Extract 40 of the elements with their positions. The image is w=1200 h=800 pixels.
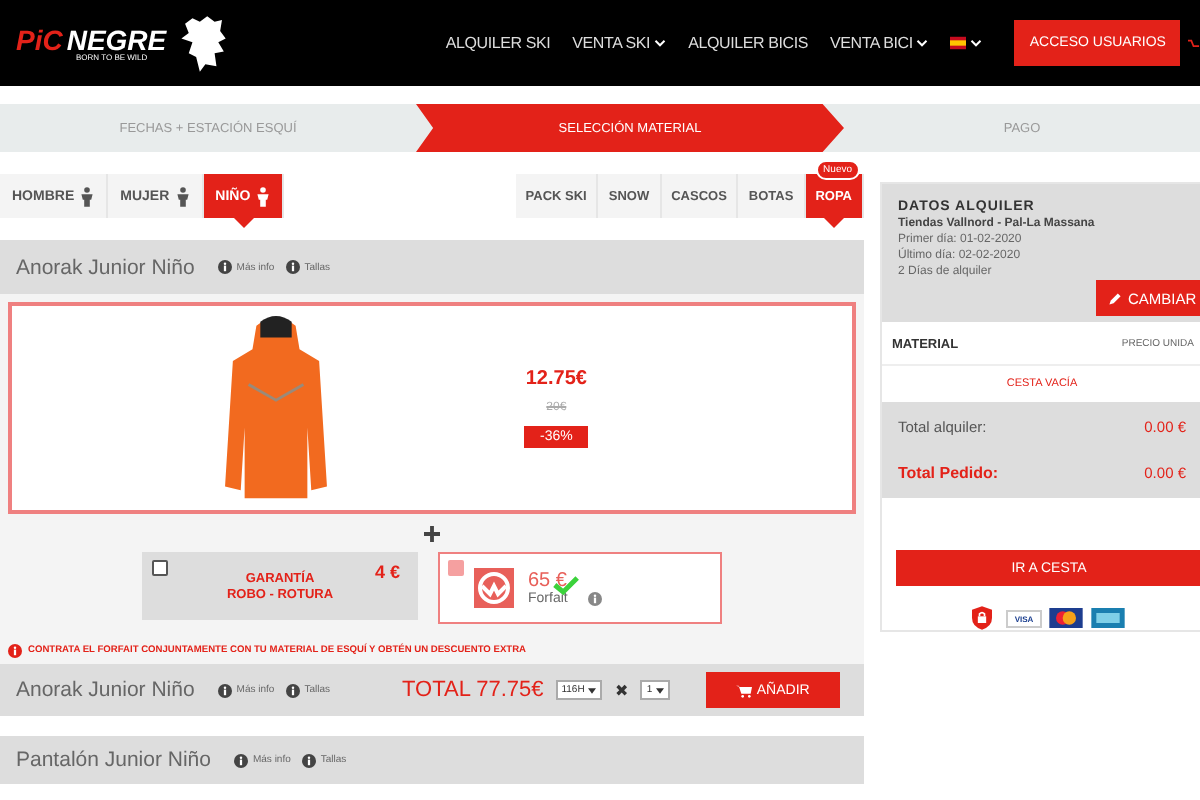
product-title: Anorak Junior Niño bbox=[16, 255, 195, 279]
product-title: Pantalón Junior Niño bbox=[16, 748, 211, 772]
pencil-icon bbox=[1108, 291, 1122, 305]
info-icon[interactable] bbox=[234, 753, 249, 767]
nav-link[interactable]: ALQUILER SKI bbox=[445, 34, 551, 52]
person-icon bbox=[80, 185, 95, 207]
caret-icon[interactable] bbox=[654, 38, 667, 48]
total-price: TOTAL 77.75€ bbox=[402, 678, 544, 702]
nav-link[interactable]: VENTA BICI bbox=[829, 34, 913, 52]
info-icon[interactable] bbox=[218, 260, 233, 274]
tab-pointer-icon bbox=[824, 218, 845, 228]
logo-text[interactable]: PiC bbox=[16, 25, 63, 53]
language-dropdown[interactable] bbox=[950, 36, 983, 50]
product-title: Anorak Junior Niño bbox=[16, 678, 195, 702]
caret-icon[interactable] bbox=[916, 38, 929, 48]
person-icon bbox=[256, 185, 271, 207]
info-icon[interactable] bbox=[218, 683, 233, 697]
secure-shield-icon bbox=[972, 606, 993, 630]
person-icon bbox=[175, 185, 190, 207]
mastercard-icon bbox=[1047, 608, 1084, 628]
info-icon[interactable] bbox=[286, 683, 301, 697]
info-icon[interactable] bbox=[302, 753, 317, 767]
product-price: 12.75€ bbox=[525, 368, 587, 390]
option-price: 4 € bbox=[374, 562, 400, 582]
caret-icon[interactable] bbox=[588, 687, 597, 693]
plus-icon bbox=[424, 526, 440, 542]
checkbox[interactable] bbox=[152, 560, 168, 576]
mountain-logo-icon bbox=[474, 568, 514, 608]
times-sign: ✖ bbox=[614, 681, 629, 699]
caret-icon[interactable] bbox=[970, 38, 983, 48]
logo-text[interactable]: NEGRE bbox=[66, 25, 167, 53]
nav-link[interactable]: VENTA SKI bbox=[572, 34, 651, 52]
total-label: Total Pedido: bbox=[898, 464, 999, 482]
bank-card-icon bbox=[1089, 608, 1126, 628]
nav-link[interactable]: ALQUILER BICIS bbox=[688, 34, 808, 52]
info-icon bbox=[8, 644, 22, 658]
checkbox[interactable] bbox=[448, 560, 464, 576]
tab-pointer-icon bbox=[233, 218, 254, 228]
info-icon[interactable] bbox=[286, 260, 301, 274]
caret-icon[interactable] bbox=[656, 687, 665, 693]
